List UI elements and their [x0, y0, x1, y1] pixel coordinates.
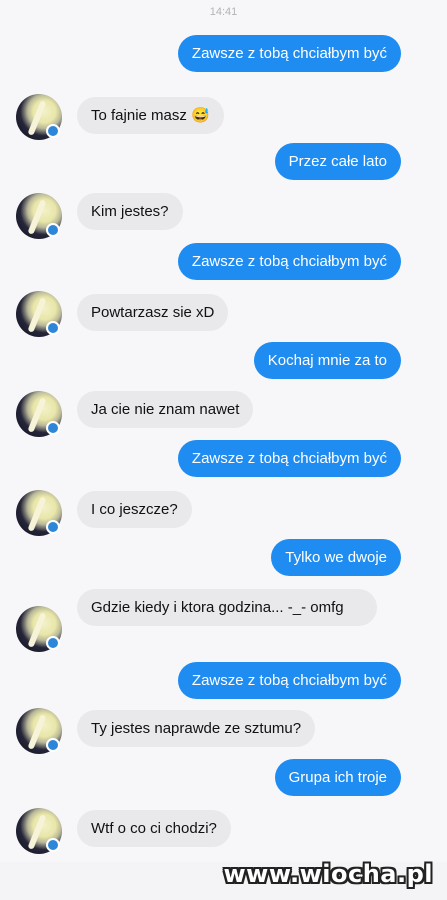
contact-avatar[interactable] — [16, 94, 62, 140]
online-status-icon — [46, 223, 60, 237]
contact-avatar[interactable] — [16, 193, 62, 239]
incoming-message[interactable]: I co jeszcze? — [77, 491, 192, 528]
outgoing-message[interactable]: Kochaj mnie za to — [253, 342, 401, 379]
outgoing-message[interactable]: Grupa ich troje — [274, 759, 401, 796]
outgoing-message[interactable]: Przez całe lato — [274, 143, 401, 180]
incoming-message[interactable]: To fajnie masz 😅 — [77, 97, 224, 134]
online-status-icon — [46, 738, 60, 752]
outgoing-message[interactable]: Zawsze z tobą chciałbym być — [177, 35, 401, 72]
contact-avatar[interactable] — [16, 391, 62, 437]
incoming-message[interactable]: Powtarzasz sie xD — [77, 294, 229, 331]
outgoing-message[interactable]: Zawsze z tobą chciałbym być — [177, 243, 401, 280]
chat-screen: 14:41 Zawsze z tobą chciałbym być To faj… — [0, 0, 447, 862]
outgoing-message[interactable]: Tylko we dwoje — [271, 539, 401, 576]
online-status-icon — [46, 421, 60, 435]
timestamp: 14:41 — [209, 6, 238, 18]
contact-avatar[interactable] — [16, 490, 62, 536]
outgoing-message[interactable]: Zawsze z tobą chciałbym być — [177, 440, 401, 477]
online-status-icon — [46, 838, 60, 852]
incoming-message[interactable]: Ty jestes naprawde ze sztumu? — [77, 710, 316, 747]
contact-avatar[interactable] — [16, 606, 62, 652]
online-status-icon — [46, 124, 60, 138]
outgoing-message[interactable]: Zawsze z tobą chciałbym być — [177, 662, 401, 699]
online-status-icon — [46, 520, 60, 534]
contact-avatar[interactable] — [16, 808, 62, 854]
contact-avatar[interactable] — [16, 291, 62, 337]
contact-avatar[interactable] — [16, 708, 62, 754]
incoming-message[interactable]: Kim jestes? — [77, 193, 183, 230]
incoming-message[interactable]: Gdzie kiedy i ktora godzina... -_- omfg — [77, 589, 377, 626]
online-status-icon — [46, 636, 60, 650]
watermark-logo: www.wiocha.pl — [223, 860, 433, 888]
online-status-icon — [46, 321, 60, 335]
incoming-message[interactable]: Wtf o co ci chodzi? — [77, 810, 231, 847]
incoming-message[interactable]: Ja cie nie znam nawet — [77, 391, 254, 428]
